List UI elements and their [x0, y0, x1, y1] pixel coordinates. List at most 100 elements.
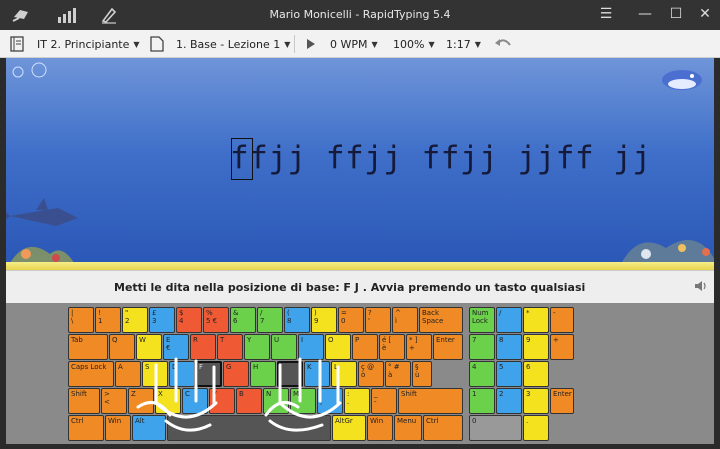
- main-key[interactable]: § ù: [412, 361, 432, 387]
- main-key[interactable]: P: [352, 334, 378, 360]
- minimize-button[interactable]: —: [633, 3, 657, 25]
- time-selector[interactable]: 1:17 ▼: [446, 30, 481, 58]
- main-key[interactable]: > <: [101, 388, 127, 414]
- main-key[interactable]: /7: [257, 307, 283, 333]
- course-selector[interactable]: IT 2. Principiante ▼: [9, 30, 140, 58]
- main-key[interactable]: Z: [128, 388, 154, 414]
- key-sublabel: 1: [98, 317, 103, 325]
- numpad-key[interactable]: -: [550, 307, 574, 333]
- chevron-down-icon: ▼: [371, 39, 378, 49]
- main-key[interactable]: % 5 €: [203, 307, 229, 333]
- main-key[interactable]: | \: [68, 307, 94, 333]
- main-key[interactable]: :.: [344, 388, 370, 414]
- main-key[interactable]: Win: [367, 415, 393, 441]
- main-key[interactable]: ç @ ò: [358, 361, 384, 387]
- main-key[interactable]: R: [190, 334, 216, 360]
- main-key[interactable]: Win: [105, 415, 131, 441]
- numpad-key[interactable]: 5: [496, 361, 522, 387]
- main-key[interactable]: B: [236, 388, 262, 414]
- main-key[interactable]: * ] +: [406, 334, 432, 360]
- menu-icon[interactable]: ☰: [594, 3, 618, 25]
- main-key[interactable]: X: [155, 388, 181, 414]
- main-key[interactable]: J: [277, 361, 303, 387]
- numpad-key[interactable]: 1: [469, 388, 495, 414]
- main-key[interactable]: C: [182, 388, 208, 414]
- main-key[interactable]: S: [142, 361, 168, 387]
- lesson-page-icon: [150, 36, 164, 52]
- main-key[interactable]: " 2: [122, 307, 148, 333]
- main-key[interactable]: Ctrl: [423, 415, 463, 441]
- speed-selector[interactable]: 0 WPM ▼: [330, 30, 378, 58]
- close-button[interactable]: ✕: [693, 3, 717, 25]
- main-key[interactable]: [167, 415, 331, 441]
- rapidtyping-window: Mario Monicelli - RapidTyping 5.4 ☰ — ☐ …: [0, 0, 720, 449]
- key-sublabel: 3: [152, 317, 157, 325]
- main-key[interactable]: Menu: [394, 415, 422, 441]
- main-key[interactable]: T: [217, 334, 243, 360]
- main-key[interactable]: $4: [176, 307, 202, 333]
- main-key[interactable]: A: [115, 361, 141, 387]
- accuracy-selector[interactable]: 100% ▼: [393, 30, 435, 58]
- main-key[interactable]: M: [290, 388, 316, 414]
- main-key[interactable]: Caps Lock: [68, 361, 114, 387]
- numpad-key[interactable]: +: [550, 334, 574, 360]
- main-key[interactable]: O: [325, 334, 351, 360]
- main-key[interactable]: ? ': [365, 307, 391, 333]
- main-key[interactable]: ! 1: [95, 307, 121, 333]
- main-key[interactable]: & 6: [230, 307, 256, 333]
- main-key[interactable]: I: [298, 334, 324, 360]
- main-key[interactable]: AltGr: [332, 415, 366, 441]
- numpad-key[interactable]: 6: [523, 361, 549, 387]
- main-key[interactable]: ^ ì: [392, 307, 418, 333]
- main-key[interactable]: K: [304, 361, 330, 387]
- speaker-icon[interactable]: [694, 279, 708, 296]
- main-key[interactable]: Ctrl: [68, 415, 104, 441]
- main-key[interactable]: Alt: [132, 415, 166, 441]
- main-key[interactable]: £3: [149, 307, 175, 333]
- restart-button[interactable]: [494, 30, 512, 58]
- key-sublabel: \: [71, 317, 74, 325]
- main-key[interactable]: ) 9: [311, 307, 337, 333]
- main-key[interactable]: E €: [163, 334, 189, 360]
- numpad-key[interactable]: /: [496, 307, 522, 333]
- numpad-key[interactable]: 0: [469, 415, 522, 441]
- main-key[interactable]: Back Space: [419, 307, 463, 333]
- main-key[interactable]: U: [271, 334, 297, 360]
- main-key[interactable]: G: [223, 361, 249, 387]
- lesson-selector[interactable]: 1. Base - Lezione 1 ▼: [150, 30, 290, 58]
- main-key[interactable]: Shift: [68, 388, 100, 414]
- numpad-key[interactable]: .: [523, 415, 549, 441]
- main-key[interactable]: W: [136, 334, 162, 360]
- main-key[interactable]: N: [263, 388, 289, 414]
- main-key[interactable]: D: [169, 361, 195, 387]
- main-key[interactable]: = 0: [338, 307, 364, 333]
- maximize-button[interactable]: ☐: [664, 3, 688, 25]
- main-key[interactable]: Y: [244, 334, 270, 360]
- numpad-key[interactable]: 4: [469, 361, 495, 387]
- main-key[interactable]: Q: [109, 334, 135, 360]
- main-key[interactable]: ° # à: [385, 361, 411, 387]
- key-label: (: [287, 309, 290, 317]
- key-label: |: [71, 309, 74, 317]
- main-key[interactable]: (8: [284, 307, 310, 333]
- main-key[interactable]: H: [250, 361, 276, 387]
- main-key[interactable]: Shift: [398, 388, 463, 414]
- main-key[interactable]: L: [331, 361, 357, 387]
- numpad-key[interactable]: 8: [496, 334, 522, 360]
- main-key[interactable]: Tab: [68, 334, 108, 360]
- numpad-key[interactable]: 2: [496, 388, 522, 414]
- main-key[interactable]: é [è: [379, 334, 405, 360]
- play-button[interactable]: [306, 30, 316, 58]
- numpad-key[interactable]: Enter: [550, 388, 574, 414]
- main-key[interactable]: Enter: [433, 334, 463, 360]
- key-sublabel: 2: [125, 317, 130, 325]
- numpad-key[interactable]: 3: [523, 388, 549, 414]
- main-key[interactable]: _ -: [371, 388, 397, 414]
- numpad-key[interactable]: Num Lock: [469, 307, 495, 333]
- numpad-key[interactable]: 9: [523, 334, 549, 360]
- numpad-key[interactable]: *: [523, 307, 549, 333]
- main-key[interactable]: V: [209, 388, 235, 414]
- numpad-key[interactable]: 7: [469, 334, 495, 360]
- main-key[interactable]: ;,: [317, 388, 343, 414]
- main-key[interactable]: F: [196, 361, 222, 387]
